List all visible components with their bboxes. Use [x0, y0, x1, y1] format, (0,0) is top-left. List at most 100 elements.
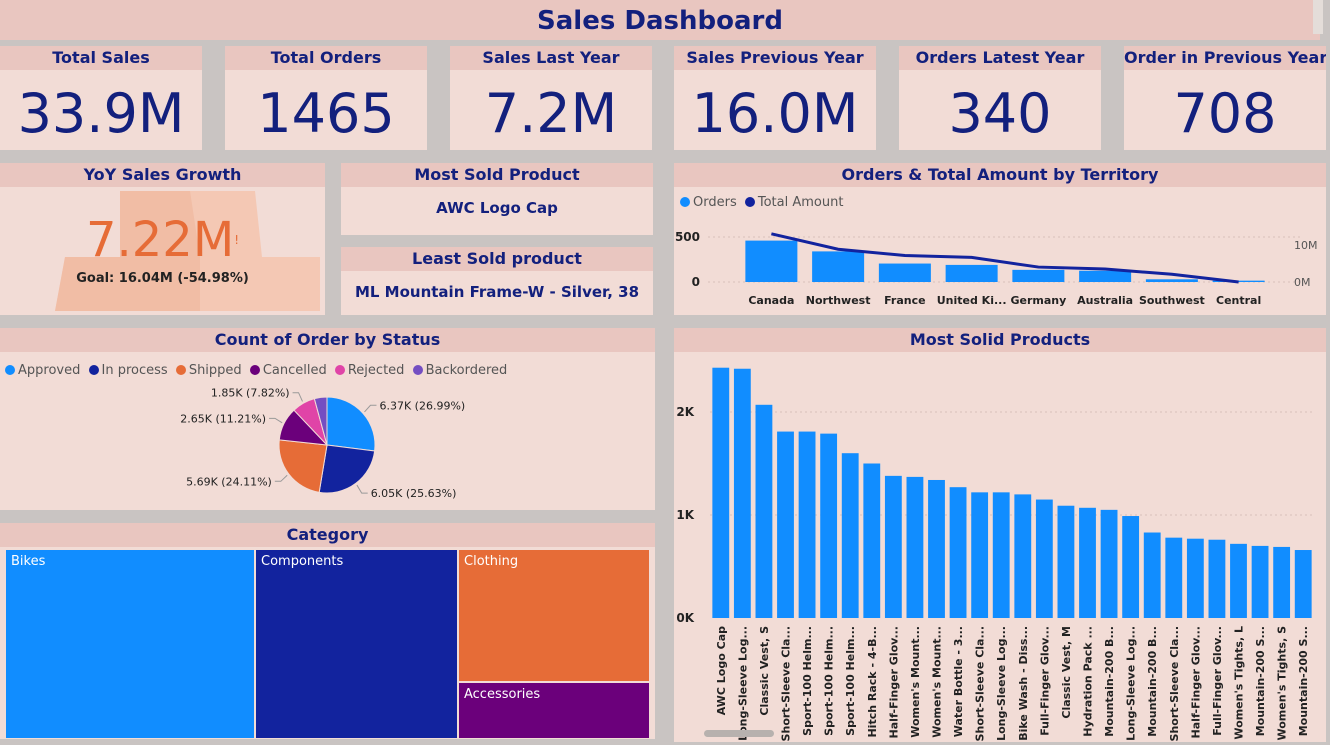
kpi-value: 1465	[257, 82, 395, 145]
pie-slice[interactable]	[278, 439, 328, 493]
pie-leader-line	[292, 392, 303, 402]
x-tick-label: Long-Sleeve Log...	[1125, 626, 1138, 741]
y-tick-left: 500	[675, 230, 700, 244]
product-bar[interactable]	[712, 367, 730, 618]
x-tick-label: Full-Finger Glov...	[1211, 626, 1224, 736]
vertical-scrollbar[interactable]	[1313, 0, 1323, 34]
x-tick-label: France	[884, 294, 925, 307]
horizontal-scrollbar[interactable]	[704, 730, 774, 737]
treemap-tile-components[interactable]: Components	[255, 549, 458, 739]
kpi-card-sales-previous-year: Sales Previous Year 16.0M	[674, 46, 876, 150]
product-bar[interactable]	[884, 475, 902, 618]
territory-bar[interactable]	[1145, 279, 1198, 282]
x-tick-label: Women's Mount...	[909, 626, 922, 738]
kpi-value: 16.0M	[691, 82, 859, 145]
dashboard-title-bar: Sales Dashboard	[0, 0, 1320, 40]
product-bar[interactable]	[733, 368, 751, 618]
yoy-value-wrap: 7.22M!	[0, 211, 325, 269]
territory-bar[interactable]	[878, 263, 931, 282]
kpi-label: Sales Previous Year	[674, 46, 876, 70]
x-tick-label: Long-Sleeve Log...	[736, 626, 749, 741]
territory-bar[interactable]	[745, 240, 798, 282]
treemap-tile-bikes[interactable]: Bikes	[5, 549, 255, 739]
product-bar[interactable]	[906, 476, 924, 618]
product-bar[interactable]	[1057, 505, 1075, 618]
yoy-value: 7.22M	[85, 212, 235, 268]
x-tick-label: Mountain-200 B...	[1146, 626, 1159, 737]
pie-data-label: 2.65K (11.21%)	[180, 412, 266, 425]
territory-chart-svg: 500 0 10M 0M Canada Northwest France United Ki.…	[675, 230, 1318, 307]
pie-leader-line	[364, 404, 377, 413]
x-tick-label: Hydration Pack ...	[1082, 626, 1095, 737]
product-bar[interactable]	[1035, 499, 1053, 618]
x-tick-label: Sport-100 Helm...	[801, 626, 814, 736]
pie-leader-line	[274, 474, 288, 482]
kpi-card-order-previous-year: Order in Previous Year 708	[1124, 46, 1326, 150]
x-tick-label: Half-Finger Glov...	[1189, 626, 1202, 738]
yoy-sales-growth-card: YoY Sales Growth 7.22M! Goal: 16.04M (-5…	[0, 163, 325, 315]
product-bar[interactable]	[841, 453, 859, 618]
product-bar[interactable]	[949, 487, 967, 618]
product-bar[interactable]	[1165, 537, 1183, 618]
kpi-value: 708	[1173, 82, 1277, 145]
tile-label: Bikes	[11, 554, 46, 569]
product-bar[interactable]	[755, 404, 773, 618]
most-sold-value: AWC Logo Cap	[436, 199, 558, 217]
product-bar[interactable]	[1294, 550, 1312, 618]
pie-slice[interactable]	[326, 396, 376, 452]
product-bar[interactable]	[1273, 546, 1291, 618]
y-tick-label: 0K	[676, 611, 694, 625]
x-tick-label: Half-Finger Glov...	[887, 626, 900, 738]
product-bar[interactable]	[1143, 532, 1161, 618]
territory-bar[interactable]	[1079, 270, 1132, 282]
x-tick-label: AWC Logo Cap	[715, 626, 728, 715]
least-sold-value: ML Mountain Frame-W - Silver, 38	[354, 283, 640, 301]
pie-slice[interactable]	[318, 444, 376, 494]
product-bar[interactable]	[1014, 494, 1032, 618]
x-tick-label: Northwest	[806, 294, 871, 307]
kpi-label: Total Sales	[0, 46, 202, 70]
kpi-label: Sales Last Year	[450, 46, 652, 70]
product-bar[interactable]	[1100, 509, 1118, 618]
x-tick-label: Southwest	[1139, 294, 1205, 307]
product-bar[interactable]	[971, 492, 989, 618]
product-bar[interactable]	[863, 463, 881, 619]
x-tick-label: Classic Vest, S	[758, 626, 771, 716]
kpi-card-total-sales: Total Sales 33.9M	[0, 46, 202, 150]
treemap-tile-accessories[interactable]: Accessories	[458, 682, 650, 739]
pie-data-label: 6.05K (25.63%)	[371, 487, 457, 500]
x-tick-label: Short-Sleeve Cla...	[974, 626, 987, 741]
category-treemap-card: Category Bikes Components Clothing Acces…	[0, 523, 655, 739]
tile-label: Accessories	[464, 687, 541, 702]
order-status-chart-card: Count of Order by Status Approved In pro…	[0, 328, 655, 510]
most-solid-products-card: Most Solid Products 2K 1K 0K AWC Logo Cap Lo…	[674, 328, 1326, 742]
territory-bar[interactable]	[812, 251, 865, 282]
product-bar[interactable]	[1186, 538, 1204, 618]
territory-bar[interactable]	[945, 264, 998, 282]
x-tick-label: Full-Finger Glov...	[1038, 626, 1051, 736]
product-bar[interactable]	[777, 431, 794, 618]
pie-leader-line	[269, 417, 283, 424]
territory-bar[interactable]	[1012, 269, 1065, 282]
product-bar[interactable]	[820, 433, 838, 618]
product-bar[interactable]	[1230, 543, 1247, 618]
product-bar[interactable]	[928, 479, 945, 618]
product-bar[interactable]	[798, 431, 816, 618]
product-bar[interactable]	[1208, 539, 1226, 618]
x-tick-label: Hitch Rack - 4-B...	[866, 626, 879, 738]
x-tick-label: Sport-100 Helm...	[823, 626, 836, 736]
x-tick-label: Mountain-200 S...	[1297, 626, 1310, 736]
kpi-value: 33.9M	[17, 82, 185, 145]
x-tick-label: Bike Wash - Diss...	[1017, 626, 1030, 741]
pie-data-label: 1.85K (7.82%)	[211, 387, 290, 400]
product-bar[interactable]	[992, 492, 1010, 618]
x-tick-label: Women's Tights, S	[1276, 626, 1289, 741]
pie-leader-line	[356, 484, 368, 494]
category-title: Category	[0, 523, 655, 547]
product-bar[interactable]	[1251, 545, 1269, 618]
product-bar[interactable]	[1122, 516, 1140, 618]
product-bar[interactable]	[1079, 507, 1096, 618]
treemap-tile-clothing[interactable]: Clothing	[458, 549, 650, 682]
pie-data-label: 5.69K (24.11%)	[186, 475, 272, 488]
order-status-pie-svg: 6.37K (26.99%) 6.05K (25.63%) 5.69K (24.11…	[180, 387, 465, 500]
